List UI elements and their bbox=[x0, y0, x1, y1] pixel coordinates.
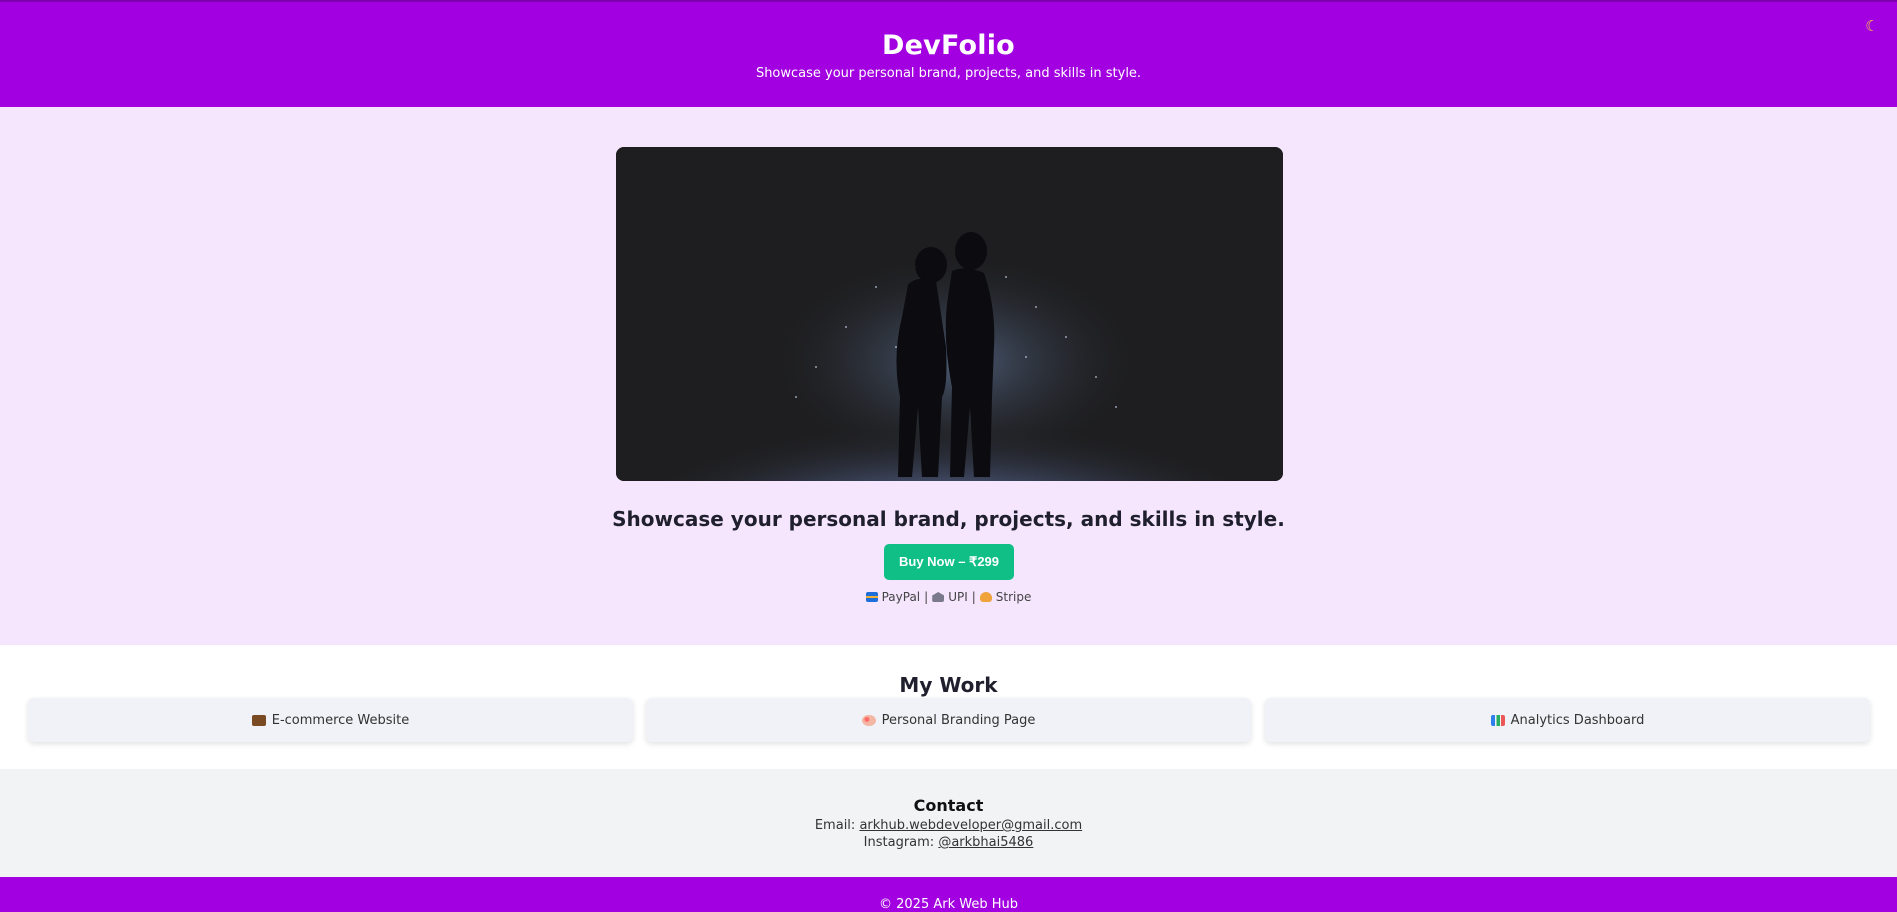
buy-now-button[interactable]: Buy Now – ₹299 bbox=[884, 544, 1014, 580]
payment-methods: PayPal | UPI | Stripe bbox=[0, 590, 1897, 604]
work-card-label: E-commerce Website bbox=[271, 712, 410, 728]
hero-image bbox=[616, 147, 1283, 481]
site-footer: © 2025 Ark Web Hub bbox=[0, 877, 1897, 912]
site-title: DevFolio bbox=[882, 30, 1015, 61]
work-card-personal-branding[interactable]: Personal Branding Page bbox=[646, 698, 1251, 742]
site-header: DevFolio Showcase your personal brand, p… bbox=[0, 0, 1897, 107]
money-bag-icon bbox=[979, 592, 992, 602]
contact-title: Contact bbox=[913, 796, 984, 815]
payment-upi: UPI bbox=[948, 590, 968, 604]
contact-email: Email: arkhub.webdeveloper@gmail.com bbox=[814, 818, 1083, 833]
work-card-ecommerce[interactable]: E-commerce Website bbox=[28, 698, 633, 742]
work-card-label: Analytics Dashboard bbox=[1510, 712, 1645, 728]
my-work-section: My Work E-commerce Website Personal Bran… bbox=[0, 645, 1897, 769]
contact-instagram: Instagram: @arkbhai5486 bbox=[863, 835, 1034, 850]
bar-chart-icon bbox=[1490, 714, 1505, 726]
payment-stripe: Stripe bbox=[995, 590, 1032, 604]
credit-card-icon bbox=[865, 592, 878, 602]
contact-section: Contact Email: arkhub.webdeveloper@gmail… bbox=[0, 769, 1897, 877]
site-tagline: Showcase your personal brand, projects, … bbox=[755, 66, 1142, 81]
copyright: © 2025 Ark Web Hub bbox=[879, 897, 1018, 912]
moon-icon: ☾ bbox=[1865, 18, 1879, 35]
payment-paypal: PayPal bbox=[881, 590, 921, 604]
theme-toggle-button[interactable]: ☾ bbox=[1861, 16, 1883, 38]
briefcase-icon bbox=[251, 714, 266, 726]
snow-couple-image bbox=[616, 147, 1283, 481]
section-title: My Work bbox=[899, 673, 998, 697]
bank-icon bbox=[932, 592, 945, 602]
work-card-analytics[interactable]: Analytics Dashboard bbox=[1265, 698, 1870, 742]
palette-icon bbox=[861, 714, 876, 726]
hero-heading: Showcase your personal brand, projects, … bbox=[612, 507, 1285, 531]
work-card-label: Personal Branding Page bbox=[881, 712, 1036, 728]
hero-section: Showcase your personal brand, projects, … bbox=[0, 107, 1897, 645]
instagram-link[interactable]: @arkbhai5486 bbox=[938, 835, 1033, 850]
email-link[interactable]: arkhub.webdeveloper@gmail.com bbox=[859, 818, 1082, 833]
